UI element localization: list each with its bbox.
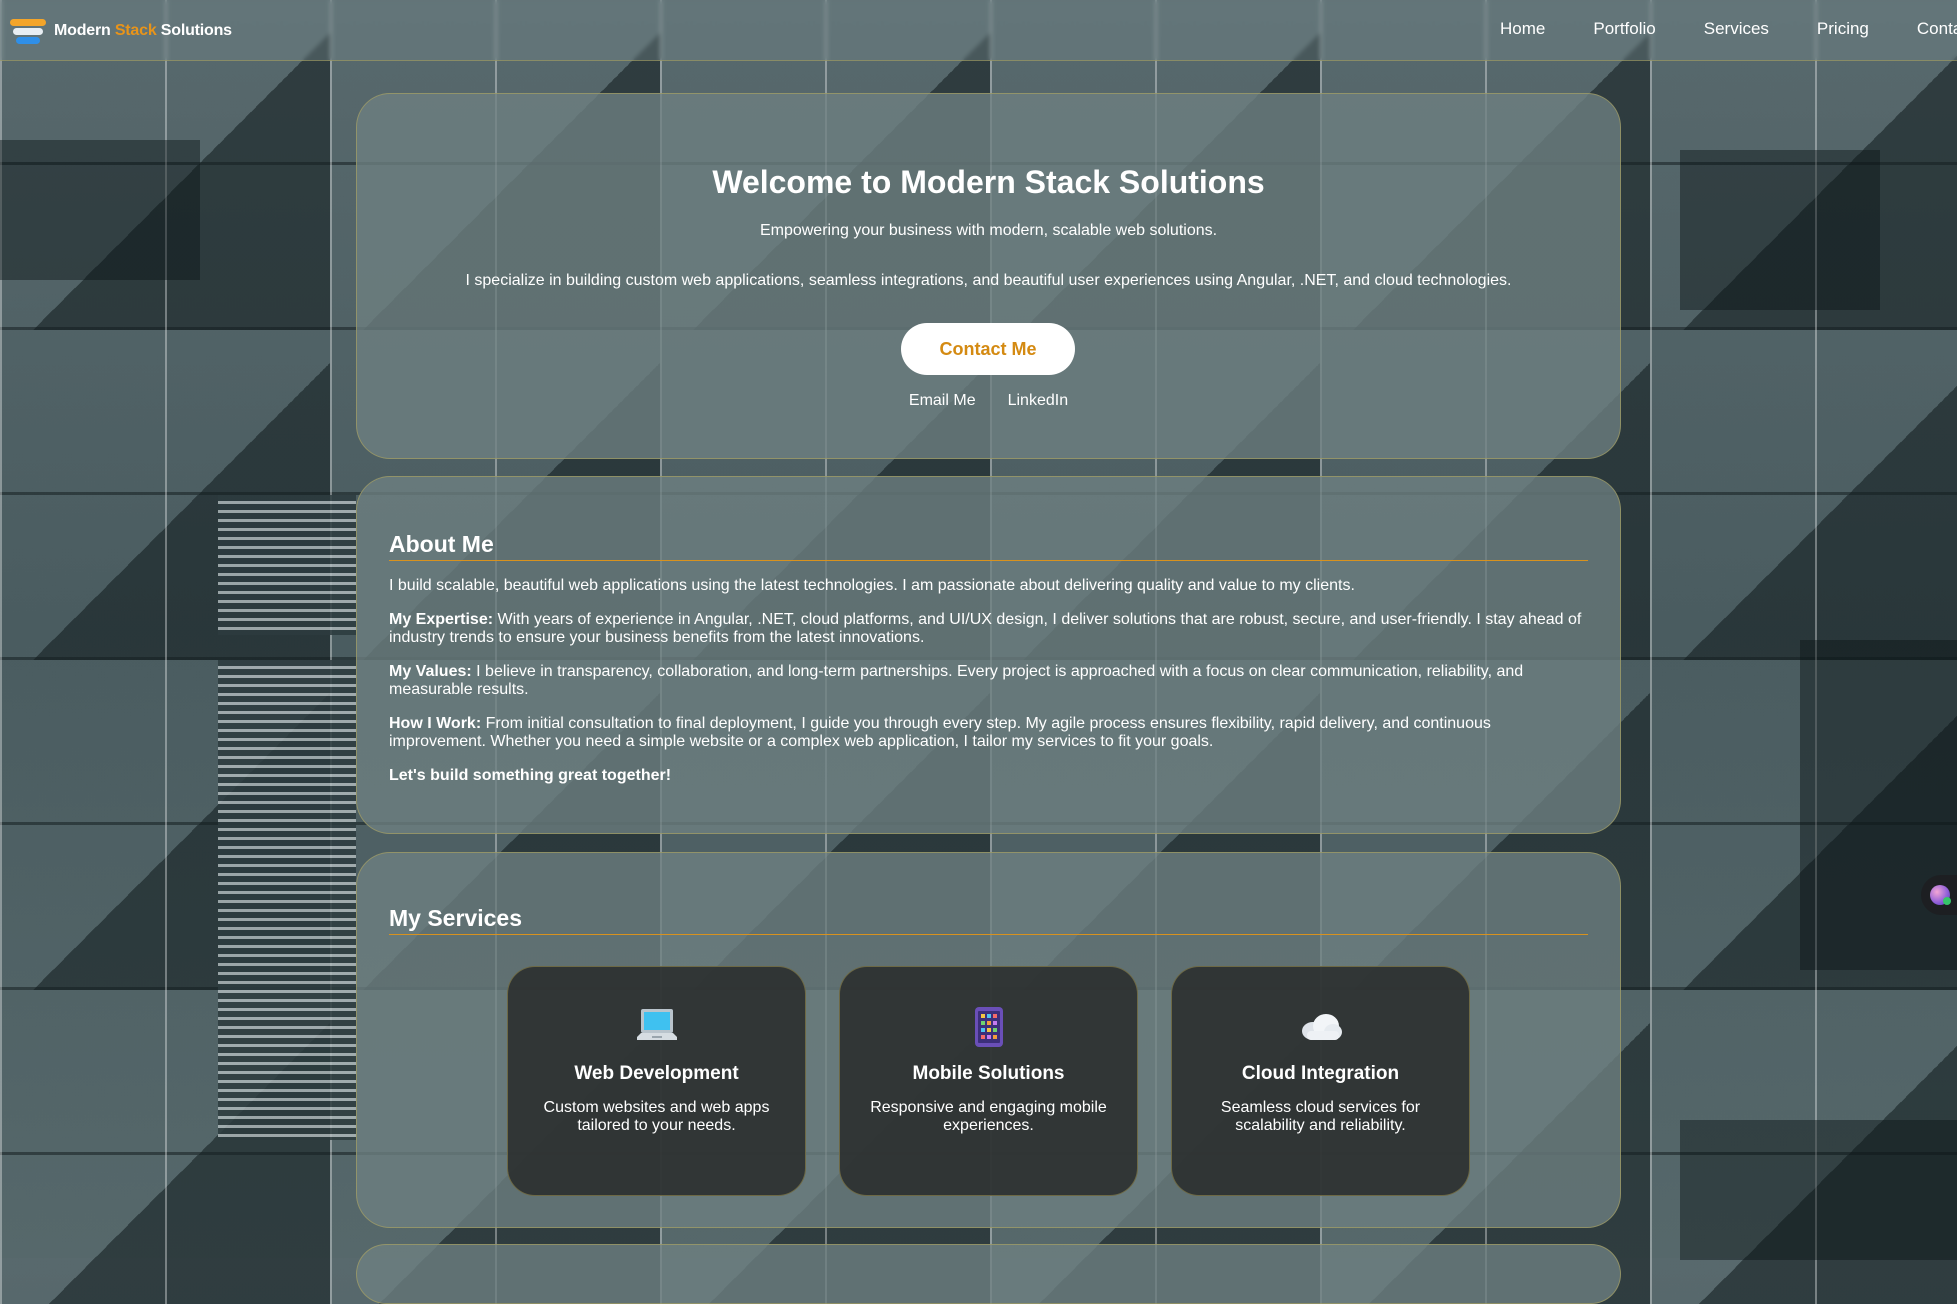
- nav-link-portfolio[interactable]: Portfolio: [1593, 19, 1655, 39]
- background-shadow: [1680, 1120, 1957, 1260]
- expertise-text: With years of experience in Angular, .NE…: [389, 611, 1582, 646]
- brand-name: Modern Stack Solutions: [54, 22, 232, 40]
- nav-link-pricing[interactable]: Pricing: [1817, 19, 1869, 39]
- closing-text: Let's build something great together!: [389, 767, 672, 784]
- services-section: My Services Web Development Custom websi…: [356, 852, 1621, 1228]
- next-section-partial: [356, 1244, 1621, 1304]
- contact-me-button[interactable]: Contact Me: [901, 323, 1075, 375]
- about-expertise: My Expertise: With years of experience i…: [389, 611, 1588, 647]
- brand-name-part3: Solutions: [160, 22, 232, 39]
- service-description: Responsive and engaging mobile experienc…: [870, 1099, 1107, 1134]
- nav-link-services[interactable]: Services: [1704, 19, 1769, 39]
- values-text: I believe in transparency, collaboration…: [389, 663, 1524, 698]
- background-vent: [218, 495, 356, 635]
- online-status-icon: [1943, 897, 1951, 905]
- hero-links: Email Me LinkedIn: [357, 392, 1620, 410]
- about-work: How I Work: From initial consultation to…: [389, 715, 1588, 751]
- services-list: Web Development Custom websites and web …: [507, 966, 1470, 1196]
- brand[interactable]: Modern Stack Solutions: [10, 17, 232, 45]
- values-label: My Values:: [389, 663, 472, 680]
- top-navbar: Modern Stack Solutions Home Portfolio Se…: [0, 0, 1957, 61]
- service-card-mobile-solutions[interactable]: Mobile Solutions Responsive and engaging…: [839, 966, 1138, 1196]
- services-title: My Services: [389, 905, 1588, 935]
- service-description: Seamless cloud services for scalability …: [1220, 1099, 1421, 1134]
- hero-tagline: Empowering your business with modern, sc…: [759, 222, 1218, 239]
- background-shadow: [0, 140, 200, 280]
- service-title: Cloud Integration: [1241, 1063, 1400, 1084]
- email-me-link[interactable]: Email Me: [909, 392, 976, 410]
- brand-logo-icon: [10, 17, 46, 45]
- background-shadow: [1800, 640, 1957, 970]
- about-values: My Values: I believe in transparency, co…: [389, 663, 1588, 699]
- service-title: Web Development: [574, 1063, 739, 1084]
- nav-links: Home Portfolio Services Pricing Contact: [1500, 19, 1957, 39]
- brand-name-part2: Stack: [114, 22, 157, 39]
- about-title: About Me: [389, 531, 1588, 561]
- about-intro: I build scalable, beautiful web applicat…: [389, 577, 1355, 594]
- laptop-icon: [508, 1005, 805, 1049]
- nav-link-contact[interactable]: Contact: [1917, 19, 1957, 39]
- service-title: Mobile Solutions: [912, 1063, 1065, 1084]
- expertise-label: My Expertise:: [389, 611, 494, 628]
- background-shadow: [1680, 150, 1880, 310]
- service-card-cloud-integration[interactable]: Cloud Integration Seamless cloud service…: [1171, 966, 1470, 1196]
- service-description: Custom websites and web apps tailored to…: [543, 1099, 770, 1134]
- hero-section: Welcome to Modern Stack Solutions Empowe…: [356, 93, 1621, 459]
- background-vent: [218, 660, 356, 1140]
- linkedin-link[interactable]: LinkedIn: [1008, 392, 1069, 410]
- nav-link-home[interactable]: Home: [1500, 19, 1545, 39]
- work-text: From initial consultation to final deplo…: [389, 715, 1491, 750]
- brand-name-part1: Modern: [54, 22, 111, 39]
- about-section: About Me I build scalable, beautiful web…: [356, 476, 1621, 834]
- cloud-icon: [1172, 1005, 1469, 1049]
- work-label: How I Work:: [389, 715, 482, 732]
- about-closing: Let's build something great together!: [389, 767, 1588, 785]
- service-card-web-development[interactable]: Web Development Custom websites and web …: [507, 966, 806, 1196]
- hero-title: Welcome to Modern Stack Solutions: [712, 164, 1265, 200]
- mobile-icon: [840, 1005, 1137, 1049]
- floating-assistant-button[interactable]: [1921, 875, 1957, 915]
- hero-description: I specialize in building custom web appl…: [465, 272, 1512, 289]
